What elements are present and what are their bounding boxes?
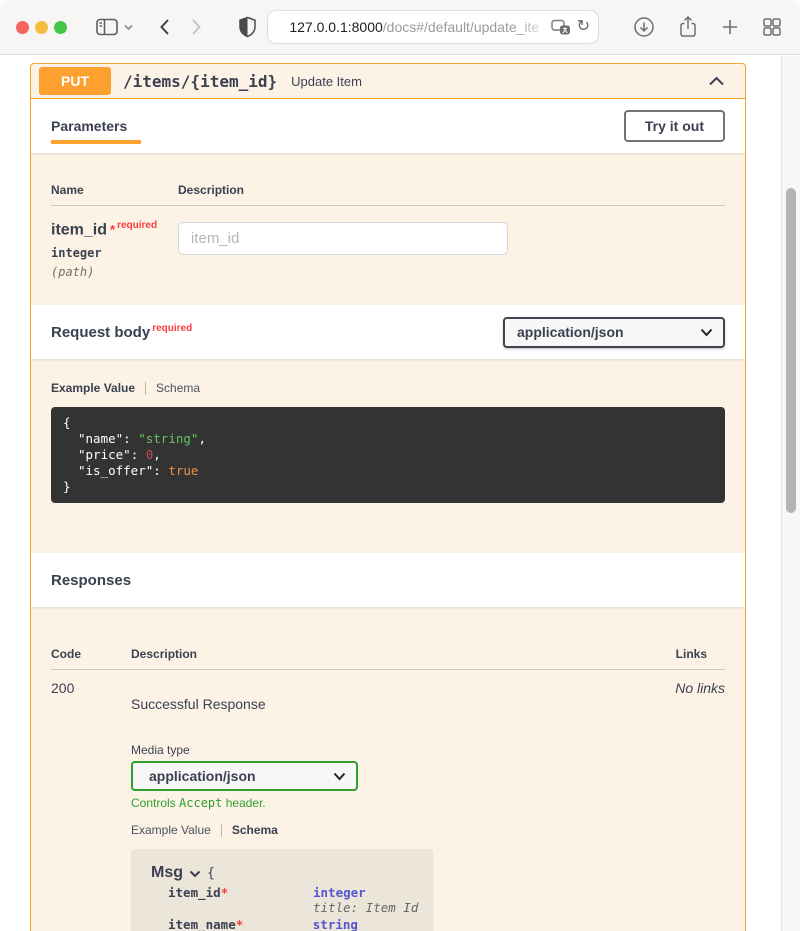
toolbar-actions (633, 15, 782, 39)
param-name: item_id (51, 221, 107, 238)
schema-model-box: Msg { item_id* (131, 849, 433, 931)
translate-icon[interactable] (551, 19, 571, 36)
scrollbar-thumb[interactable] (786, 188, 796, 513)
code-line: "name": "string", (78, 431, 713, 447)
response-code: 200 (51, 680, 131, 931)
url-fade (517, 19, 551, 35)
param-required-star: * (110, 222, 115, 237)
tab-parameters[interactable]: Parameters (51, 99, 141, 153)
zoom-window-button[interactable] (54, 21, 67, 34)
tab-schema[interactable]: Schema (232, 823, 278, 837)
chevron-down-icon (333, 772, 346, 781)
share-icon[interactable] (678, 15, 698, 39)
new-tab-icon[interactable] (721, 18, 739, 36)
responses-table-header: Code Description Links (51, 637, 725, 670)
back-icon[interactable] (158, 17, 171, 37)
parameter-row: item_id*required integer (path) (51, 206, 725, 279)
response-content-type-select[interactable]: application/json (131, 761, 358, 791)
request-content-type-select[interactable]: application/json (503, 317, 725, 348)
item-id-input[interactable] (178, 222, 508, 255)
media-type-label: Media type (131, 743, 645, 757)
url-host: 127.0.0.1:8000 (289, 19, 382, 35)
forward-icon[interactable] (190, 17, 203, 37)
response-links: No links (645, 680, 725, 931)
property-type: integer (313, 886, 418, 900)
schema-property-row: item_name* string title: Item Name (168, 918, 433, 931)
property-required-star: * (221, 885, 229, 900)
column-description: Description (178, 183, 725, 197)
code-line: "price": 0, (78, 447, 713, 463)
column-description: Description (131, 647, 645, 661)
close-window-button[interactable] (16, 21, 29, 34)
chevron-down-icon (700, 328, 713, 337)
code-line: { (63, 415, 713, 431)
sidebar-toggle-icon[interactable] (95, 17, 119, 37)
request-content-type-value: application/json (517, 324, 624, 340)
request-body-example: Example Value Schema { "name": "string",… (31, 359, 745, 553)
try-it-out-button[interactable]: Try it out (624, 110, 725, 142)
parameters-table: Name Description item_id*required intege… (31, 153, 745, 305)
param-location: (path) (51, 265, 178, 279)
response-content-type-value: application/json (149, 768, 256, 784)
endpoint-path: /items/{item_id} (123, 72, 277, 91)
tab-divider (145, 382, 146, 395)
tab-divider (221, 824, 222, 837)
request-body-header: Request bodyrequired application/json (31, 305, 745, 359)
param-type: integer (51, 246, 178, 260)
swagger-page: PUT /items/{item_id} Update Item Paramet… (0, 56, 800, 931)
endpoint-summary: Update Item (291, 74, 362, 89)
property-name: item_name (168, 917, 236, 931)
opblock-put: PUT /items/{item_id} Update Item Paramet… (30, 63, 746, 931)
downloads-icon[interactable] (633, 16, 655, 38)
code-line: "is_offer": true (78, 463, 713, 479)
url-text: 127.0.0.1:8000/docs#/default/update_ite (278, 19, 551, 35)
method-badge: PUT (39, 67, 111, 95)
property-name: item_id (168, 885, 221, 900)
accept-header-note: Controls Accept header. (131, 796, 645, 810)
tab-schema[interactable]: Schema (156, 381, 200, 395)
tab-overview-icon[interactable] (762, 17, 782, 37)
model-name: Msg (151, 864, 183, 882)
tab-example-value[interactable]: Example Value (51, 381, 135, 395)
browser-toolbar: 127.0.0.1:8000/docs#/default/update_ite … (0, 0, 800, 55)
response-description: Successful Response (131, 696, 645, 712)
request-body-required: required (152, 323, 192, 334)
response-row: 200 Successful Response Media type appli… (51, 670, 725, 931)
responses-title: Responses (51, 572, 131, 589)
scrollbar-track[interactable] (781, 56, 800, 931)
reload-icon[interactable]: ↻ (577, 19, 590, 35)
responses-header: Responses (31, 553, 745, 607)
param-required-label: required (117, 220, 157, 231)
property-required-star: * (236, 917, 244, 931)
response-tabs: Example Value Schema (131, 823, 645, 837)
traffic-lights (16, 21, 67, 34)
minimize-window-button[interactable] (35, 21, 48, 34)
model-chevron-down-icon[interactable] (189, 870, 201, 878)
column-name: Name (51, 183, 178, 197)
property-type: string (313, 918, 433, 931)
collapse-chevron-up-icon[interactable] (708, 75, 725, 87)
parameters-title: Parameters (51, 118, 127, 134)
responses-table: Code Description Links 200 Successful Re… (31, 607, 745, 931)
operation-summary[interactable]: PUT /items/{item_id} Update Item (31, 64, 745, 99)
body-tabs: Example Value Schema (51, 381, 725, 395)
model-open-brace: { (207, 866, 215, 881)
property-title: title: Item Id (313, 901, 418, 915)
column-code: Code (51, 647, 131, 661)
shield-icon[interactable] (238, 16, 257, 38)
example-code-block[interactable]: { "name": "string", "price": 0, "is_offe… (51, 407, 725, 503)
sidebar-chevron-down-icon[interactable] (123, 23, 134, 31)
address-bar[interactable]: 127.0.0.1:8000/docs#/default/update_ite … (267, 10, 599, 44)
column-links: Links (645, 647, 725, 661)
code-line: } (63, 479, 713, 495)
tab-example-value[interactable]: Example Value (131, 823, 211, 837)
request-body-title: Request body (51, 324, 150, 341)
schema-property-row: item_id* integer title: Item Id (168, 886, 433, 915)
parameters-header: Parameters Try it out (31, 99, 745, 153)
parameters-table-header: Name Description (51, 173, 725, 206)
browser-window: 127.0.0.1:8000/docs#/default/update_ite … (0, 0, 800, 931)
